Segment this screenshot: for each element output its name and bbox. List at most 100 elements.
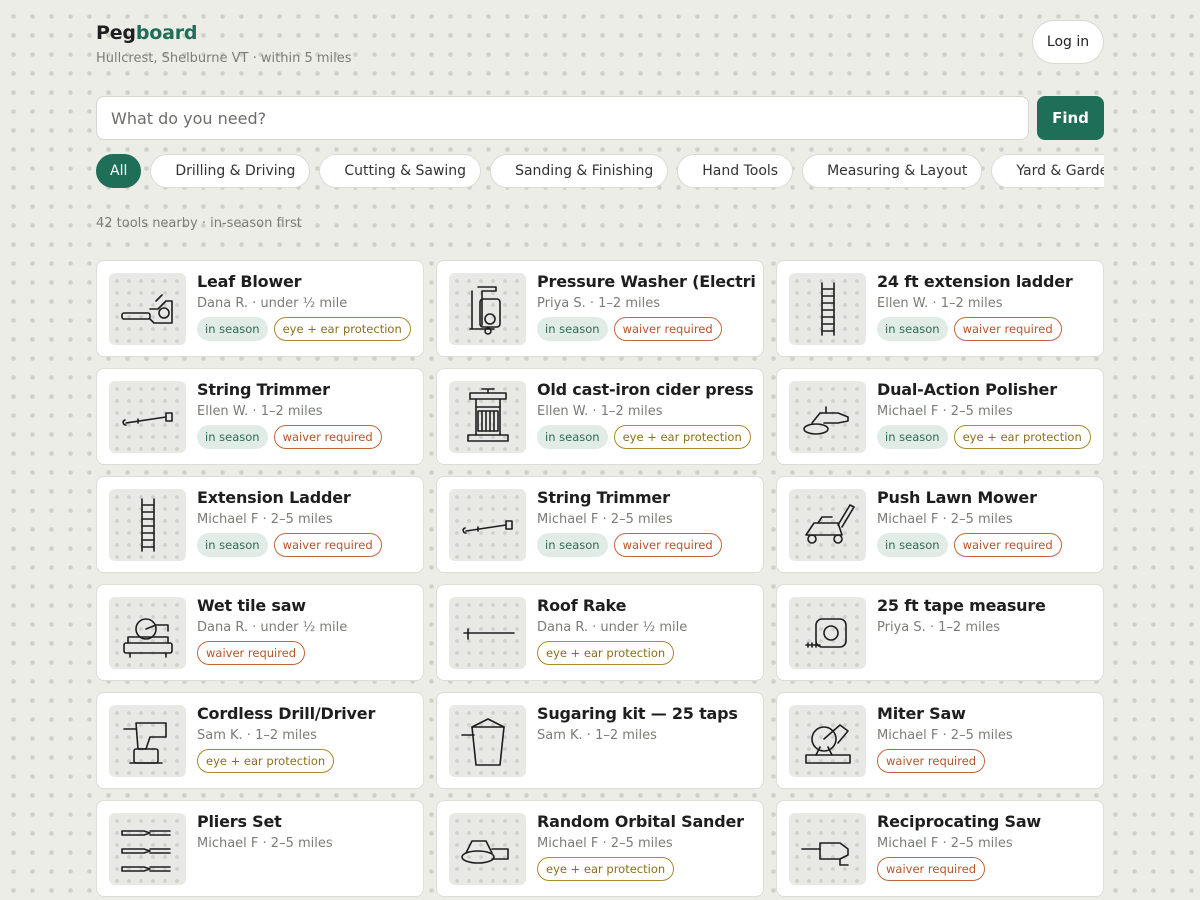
waiver-badge: waiver required — [877, 857, 986, 881]
tool-tags: in season eye + ear protection — [537, 425, 755, 449]
tool-info: Roof Rake Dana R. · under ½ mile eye + ear… — [537, 596, 755, 665]
polisher-icon — [789, 381, 866, 453]
string-trimmer-icon — [109, 381, 186, 453]
waiver-badge: waiver required — [197, 641, 306, 665]
tool-tags: in season waiver required — [877, 317, 1095, 341]
pressure-washer-icon — [449, 273, 526, 345]
tool-grid: Leaf Blower Dana R. · under ½ mile in seas… — [96, 260, 1104, 897]
tool-card[interactable]: Random Orbital Sander Michael F · 2–5 mil… — [436, 800, 764, 897]
pliers-icon — [109, 813, 186, 885]
cider-press-icon — [449, 381, 526, 453]
tool-title: Dual-Action Polisher — [877, 380, 1057, 399]
tool-card[interactable]: Old cast-iron cider press Ellen W. · 1–2 … — [436, 368, 764, 465]
tool-info: String Trimmer Michael F · 2–5 miles in se… — [537, 488, 755, 557]
tool-card[interactable]: Roof Rake Dana R. · under ½ mile eye + ear… — [436, 584, 764, 681]
tool-title: Pressure Washer (Electric) — [537, 272, 755, 291]
season-badge: in season — [197, 533, 268, 557]
tool-owner-distance: Dana R. · under ½ mile — [537, 620, 688, 635]
category-chip[interactable]: Drilling & Driving — [150, 154, 311, 188]
tool-tags: eye + ear protection — [537, 641, 755, 665]
tool-title: 24 ft extension ladder — [877, 272, 1073, 291]
tool-owner-distance: Michael F · 2–5 miles — [197, 512, 333, 527]
tool-tags: in season waiver required — [197, 533, 415, 557]
season-badge: in season — [537, 425, 608, 449]
string-trimmer-icon — [449, 489, 526, 561]
tool-info: 25 ft tape measure Priya S. · 1–2 miles — [877, 596, 1095, 635]
tool-owner-distance: Dana R. · under ½ mile — [197, 296, 348, 311]
tool-card[interactable]: Reciprocating Saw Michael F · 2–5 miles wa… — [776, 800, 1104, 897]
find-button[interactable]: Find — [1037, 96, 1104, 140]
tool-card[interactable]: 24 ft extension ladder Ellen W. · 1–2 mil… — [776, 260, 1104, 357]
tool-info: Miter Saw Michael F · 2–5 miles waiver req… — [877, 704, 1095, 773]
waiver-badge: waiver required — [613, 317, 722, 341]
miter-saw-icon — [789, 705, 866, 777]
protection-badge: eye + ear protection — [273, 317, 411, 341]
season-badge: in season — [877, 533, 948, 557]
tool-card[interactable]: Dual-Action Polisher Michael F · 2–5 mile… — [776, 368, 1104, 465]
tool-card[interactable]: Leaf Blower Dana R. · under ½ mile in seas… — [96, 260, 424, 357]
tool-card[interactable]: Miter Saw Michael F · 2–5 miles waiver req… — [776, 692, 1104, 789]
tool-card[interactable]: Sugaring kit — 25 taps Sam K. · 1–2 miles — [436, 692, 764, 789]
tool-title: Push Lawn Mower — [877, 488, 1037, 507]
season-badge: in season — [877, 425, 948, 449]
season-badge: in season — [197, 317, 268, 341]
tool-title: 25 ft tape measure — [877, 596, 1046, 615]
location-line: Hullcrest, Shelburne VT · within 5 miles — [96, 51, 352, 66]
category-chip[interactable]: Hand Tools — [677, 154, 794, 188]
tool-card[interactable]: String Trimmer Michael F · 2–5 miles in se… — [436, 476, 764, 573]
search-input[interactable] — [96, 96, 1029, 140]
tool-title: Leaf Blower — [197, 272, 302, 291]
tool-owner-distance: Sam K. · 1–2 miles — [537, 728, 657, 743]
tool-info: Pliers Set Michael F · 2–5 miles — [197, 812, 415, 851]
bucket-icon — [449, 705, 526, 777]
category-chip[interactable]: Yard & Garden — [991, 154, 1104, 188]
tool-owner-distance: Michael F · 2–5 miles — [537, 836, 673, 851]
tool-owner-distance: Michael F · 2–5 miles — [537, 512, 673, 527]
tool-tags: in season eye + ear protection — [877, 425, 1095, 449]
tool-info: Leaf Blower Dana R. · under ½ mile in seas… — [197, 272, 415, 341]
tool-tags: eye + ear protection — [537, 857, 755, 881]
waiver-badge: waiver required — [273, 425, 382, 449]
waiver-badge: waiver required — [953, 317, 1062, 341]
tool-owner-distance: Ellen W. · 1–2 miles — [197, 404, 323, 419]
tool-tags: in season waiver required — [537, 533, 755, 557]
season-badge: in season — [537, 533, 608, 557]
tool-card[interactable]: String Trimmer Ellen W. · 1–2 miles in sea… — [96, 368, 424, 465]
ladder-icon — [109, 489, 186, 561]
tile-saw-icon — [109, 597, 186, 669]
tool-owner-distance: Priya S. · 1–2 miles — [537, 296, 660, 311]
tool-info: Dual-Action Polisher Michael F · 2–5 mile… — [877, 380, 1095, 449]
tool-card[interactable]: Pressure Washer (Electric) Priya S. · 1–2… — [436, 260, 764, 357]
tool-owner-distance: Michael F · 2–5 miles — [877, 728, 1013, 743]
tool-card[interactable]: Push Lawn Mower Michael F · 2–5 miles in s… — [776, 476, 1104, 573]
tool-title: Reciprocating Saw — [877, 812, 1042, 831]
category-chip[interactable]: Measuring & Layout — [802, 154, 983, 188]
tool-card[interactable]: Wet tile saw Dana R. · under ½ mile waiver… — [96, 584, 424, 681]
tool-info: String Trimmer Ellen W. · 1–2 miles in sea… — [197, 380, 415, 449]
tool-owner-distance: Dana R. · under ½ mile — [197, 620, 348, 635]
tool-card[interactable]: Cordless Drill/Driver Sam K. · 1–2 miles e… — [96, 692, 424, 789]
waiver-badge: waiver required — [953, 533, 1062, 557]
category-chip[interactable]: Cutting & Sawing — [319, 154, 482, 188]
season-badge: in season — [877, 317, 948, 341]
tool-owner-distance: Michael F · 2–5 miles — [877, 404, 1013, 419]
tool-card[interactable]: Pliers Set Michael F · 2–5 miles — [96, 800, 424, 897]
tool-title: Roof Rake — [537, 596, 627, 615]
tool-card[interactable]: Extension Ladder Michael F · 2–5 miles in … — [96, 476, 424, 573]
category-chip[interactable]: Sanding & Finishing — [490, 154, 669, 188]
tool-info: 24 ft extension ladder Ellen W. · 1–2 mil… — [877, 272, 1095, 341]
tool-tags: waiver required — [197, 641, 415, 665]
tool-tags: in season waiver required — [197, 425, 415, 449]
tool-title: Extension Ladder — [197, 488, 351, 507]
lawn-mower-icon — [789, 489, 866, 561]
brand: Pegboard Hullcrest, Shelburne VT · withi… — [96, 22, 352, 66]
tool-owner-distance: Ellen W. · 1–2 miles — [537, 404, 663, 419]
tool-owner-distance: Michael F · 2–5 miles — [197, 836, 333, 851]
tool-title: Old cast-iron cider press — [537, 380, 754, 399]
login-button[interactable]: Log in — [1032, 20, 1104, 64]
reciprocating-saw-icon — [789, 813, 866, 885]
category-chip[interactable]: All — [96, 154, 142, 188]
tool-card[interactable]: 25 ft tape measure Priya S. · 1–2 miles — [776, 584, 1104, 681]
logo[interactable]: Pegboard — [96, 22, 352, 44]
protection-badge: eye + ear protection — [613, 425, 751, 449]
